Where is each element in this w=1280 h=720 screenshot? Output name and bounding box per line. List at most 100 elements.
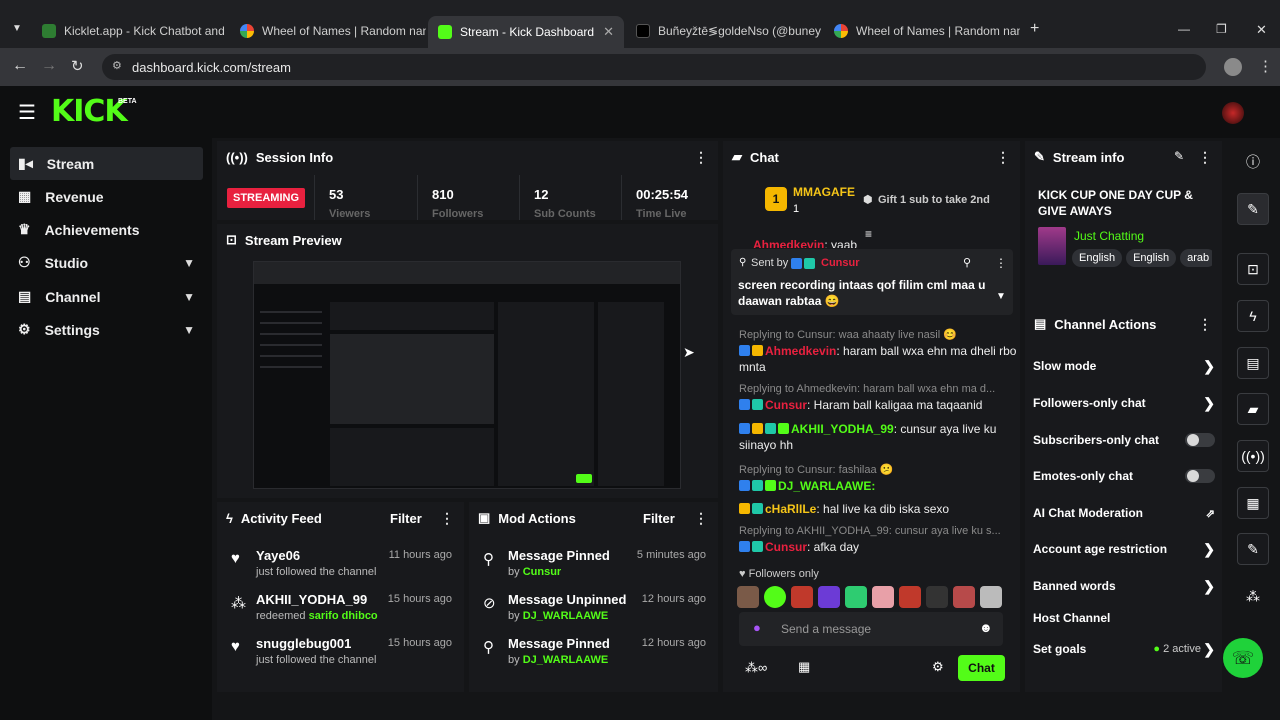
category-link[interactable]: Just Chatting (1074, 229, 1144, 243)
mod-user[interactable]: DJ_WARLAAWE (523, 654, 609, 666)
activity-filter-button[interactable]: Filter (390, 511, 422, 526)
kick-logo[interactable]: KICK (51, 94, 128, 129)
chat-username[interactable]: AKHII_YODHA_99 (791, 422, 894, 436)
sidebar-item-stream[interactable]: ▮◂ Stream (10, 147, 203, 180)
stream-tag[interactable]: English (1126, 249, 1177, 267)
feed-user[interactable]: snugglebug001 (256, 636, 351, 651)
pin-toggle-icon[interactable]: ⚲ (963, 256, 971, 269)
kebab-menu-icon[interactable]: ⋮ (1198, 316, 1212, 333)
send-chat-button[interactable]: Chat (958, 655, 1005, 681)
browser-tab-1[interactable]: Kicklet.app - Kick Chatbot and ✕ (32, 18, 228, 44)
store-icon[interactable]: ▦ (798, 659, 810, 675)
kebab-menu-icon[interactable]: ⋮ (440, 510, 454, 527)
chat-input[interactable]: ● Send a message ☻ (739, 612, 1003, 646)
url-field[interactable]: ⚙ dashboard.kick.com/stream (102, 54, 1206, 80)
mod-filter-button[interactable]: Filter (643, 511, 675, 526)
banned-words-row[interactable]: Banned words ❯ (1033, 571, 1215, 601)
chat-settings-icon[interactable]: ⚙ (932, 659, 944, 675)
feed-user[interactable]: Yaye06 (256, 548, 300, 563)
sidebar-item-channel[interactable]: ▤ Channel ▼ (10, 280, 203, 313)
kebab-menu-icon[interactable]: ⋮ (694, 149, 708, 166)
host-channel-row[interactable]: Host Channel (1033, 603, 1215, 633)
mod-user[interactable]: Cunsur (523, 566, 562, 578)
subscribers-only-toggle[interactable] (1185, 433, 1215, 447)
followers-only-row[interactable]: Followers-only chat ❯ (1033, 388, 1215, 418)
set-goals-row[interactable]: Set goals ● 2 active ❯ (1033, 634, 1215, 664)
info-icon[interactable]: ⓘ (1237, 146, 1269, 178)
browser-tab-5[interactable]: Wheel of Names | Random nan ✕ (824, 18, 1020, 44)
chevron-down-icon[interactable]: ▼ (996, 291, 1006, 302)
chat-bubble-icon[interactable]: ▰ (1237, 393, 1269, 425)
kebab-menu-icon[interactable]: ⋮ (995, 256, 1007, 270)
stream-preview-video[interactable] (253, 261, 681, 489)
support-chat-button[interactable]: ☏ (1223, 638, 1263, 678)
stream-preview-panel: ⊡ Stream Preview ➤ (217, 224, 718, 498)
mod-user[interactable]: DJ_WARLAAWE (523, 610, 609, 622)
channel-points-icon[interactable]: ⁂∞ (745, 660, 767, 676)
chat-username[interactable]: Ahmedkevin (753, 238, 824, 248)
browser-tab-2[interactable]: Wheel of Names | Random nan ✕ (230, 18, 426, 44)
gift-sub-prompt[interactable]: Gift 1 sub to take 2nd (878, 194, 990, 206)
stream-tag[interactable]: arab (1180, 249, 1212, 267)
pinned-by-user[interactable]: Cunsur (821, 257, 860, 269)
sidebar-item-revenue[interactable]: ▦ Revenue (10, 180, 203, 213)
chat-username[interactable]: cHaRlILe (765, 502, 816, 516)
profile-avatar[interactable] (1224, 58, 1242, 76)
close-window-button[interactable]: ✕ (1256, 22, 1267, 38)
emotes-only-toggle[interactable] (1185, 469, 1215, 483)
broadcast-icon[interactable]: ((•)) (1237, 440, 1269, 472)
action-label: AI Chat Moderation (1033, 506, 1143, 520)
browser-tab-4[interactable]: Buñeyžtē≶goldeNso (@buney ✕ (626, 18, 822, 44)
kebab-menu-icon[interactable]: ⋮ (1198, 149, 1212, 166)
points-icon[interactable]: ⁂ (1237, 580, 1269, 612)
chat-username[interactable]: Ahmedkevin (765, 344, 836, 358)
screen-capture-icon[interactable]: ⊡ (1237, 253, 1269, 285)
emoji-icon[interactable]: ☻ (979, 620, 993, 635)
feed-user[interactable]: AKHII_YODHA_99 (256, 592, 367, 607)
mouse-cursor-icon: ➤ (683, 344, 695, 360)
chat-text: : afka day (807, 540, 860, 554)
kebab-menu-icon[interactable]: ⋮ (996, 149, 1010, 166)
forward-icon[interactable]: → (41, 57, 57, 75)
kebab-menu-icon[interactable]: ⋮ (694, 510, 708, 527)
edit-icon[interactable]: ✎ (1174, 149, 1184, 163)
site-info-icon[interactable]: ⚙ (112, 59, 122, 72)
sidebar-item-achievements[interactable]: ♛ Achievements (10, 213, 203, 246)
stat-value: 53 (329, 187, 344, 202)
stream-title: KICK CUP ONE DAY CUP & GIVE AWAYS (1038, 188, 1193, 218)
sidebar-item-studio[interactable]: ⚇ Studio ▼ (10, 246, 203, 279)
chat-username[interactable]: Cunsur (765, 398, 807, 412)
browser-menu-icon[interactable]: ⋮ (1258, 57, 1273, 75)
document-icon[interactable]: ▤ (1237, 347, 1269, 379)
preview-chat-button (576, 474, 592, 483)
chat-username[interactable]: Cunsur (765, 540, 807, 554)
filter-icon[interactable]: ≡ (865, 227, 872, 241)
layout-icon[interactable]: ▦ (1237, 487, 1269, 519)
reload-icon[interactable]: ↻ (71, 57, 84, 75)
tab-search-icon[interactable]: ▼ (12, 23, 22, 34)
by-label: by (508, 654, 523, 666)
sidebar-item-settings[interactable]: ⚙ Settings ▼ (10, 313, 203, 346)
lightning-icon[interactable]: ϟ (1237, 300, 1269, 332)
hamburger-menu-icon[interactable]: ☰ (18, 100, 36, 125)
new-tab-button[interactable]: + (1030, 20, 1039, 38)
ai-moderation-row[interactable]: AI Chat Moderation ⇗ (1033, 498, 1215, 528)
wrench-icon[interactable]: ✎ (1237, 533, 1269, 565)
pencil-icon[interactable]: ✎ (1237, 193, 1269, 225)
browser-tab-3[interactable]: Stream - Kick Dashboard ✕ (428, 16, 624, 48)
stream-tag[interactable]: English (1072, 249, 1123, 267)
chat-username[interactable]: DJ_WARLAAWE: (778, 479, 875, 493)
session-info-header: ((•)) Session Info (217, 141, 718, 173)
top-gifter-name[interactable]: MMAGAFE (793, 185, 855, 199)
minimize-button[interactable]: — (1178, 22, 1190, 36)
channel-actions-panel: ▤ Channel Actions ⋮ Slow mode ❯ Followers-… (1025, 308, 1222, 692)
close-tab-icon[interactable]: ✕ (603, 24, 614, 40)
points-icon: ⁂ (231, 595, 246, 612)
slow-mode-row[interactable]: Slow mode ❯ (1033, 351, 1215, 381)
microphone-icon[interactable]: ● (753, 620, 761, 635)
back-icon[interactable]: ← (12, 57, 28, 75)
account-age-row[interactable]: Account age restriction ❯ (1033, 534, 1215, 564)
maximize-button[interactable]: ❐ (1216, 22, 1227, 36)
preview-sidebar (260, 302, 322, 372)
user-avatar[interactable] (1222, 102, 1244, 124)
